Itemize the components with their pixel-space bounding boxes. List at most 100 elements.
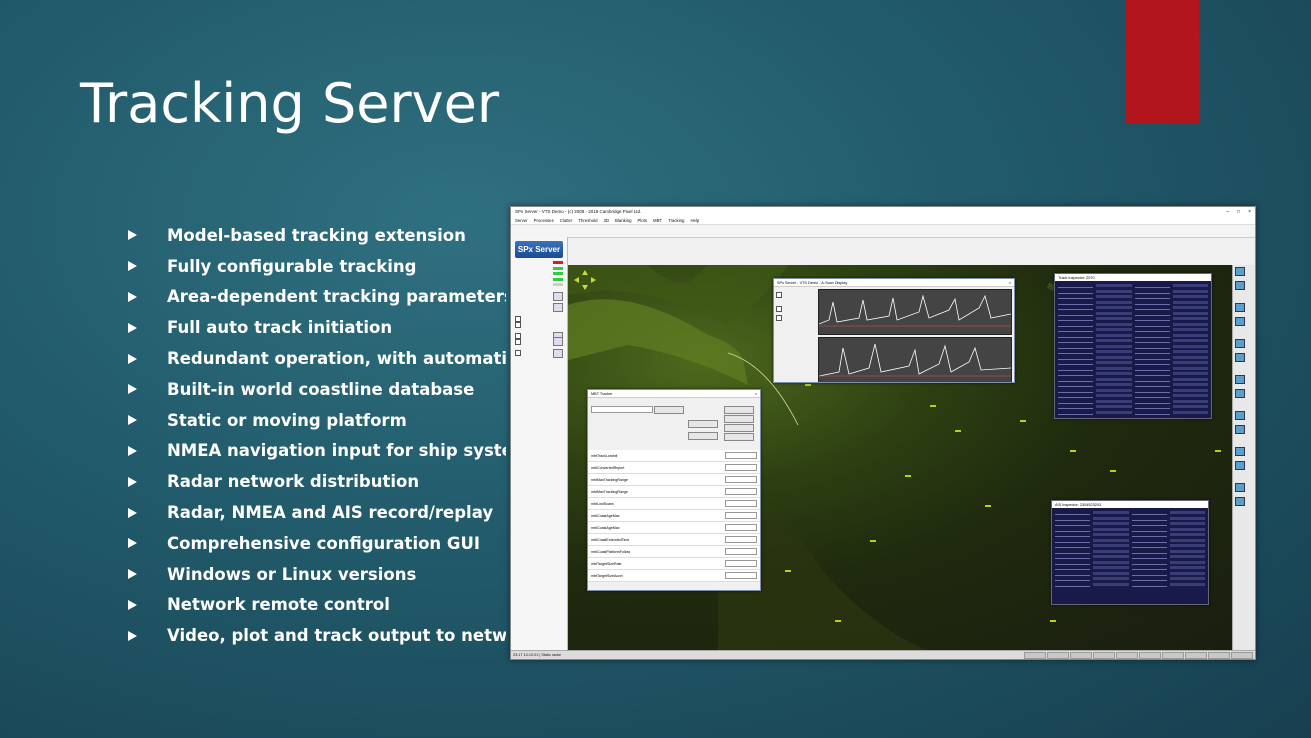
param-input[interactable] bbox=[725, 464, 757, 471]
accent-bar bbox=[1126, 0, 1199, 123]
ascan-plot bbox=[818, 289, 1012, 335]
close-icon[interactable]: × bbox=[1009, 281, 1011, 285]
track-marker[interactable] bbox=[930, 405, 936, 407]
inspector-title: Track Inspector: 2070 bbox=[1058, 275, 1095, 280]
track-marker[interactable] bbox=[1050, 620, 1056, 622]
param-input[interactable] bbox=[725, 572, 757, 579]
execute-button[interactable] bbox=[654, 406, 684, 414]
menu-threshold[interactable]: Threshold bbox=[578, 218, 597, 223]
settings-button[interactable] bbox=[553, 291, 563, 301]
track-marker[interactable] bbox=[1020, 420, 1026, 422]
track-marker[interactable] bbox=[835, 620, 841, 622]
bullet-icon bbox=[128, 599, 137, 610]
menu-clutter[interactable]: Clutter bbox=[560, 218, 573, 223]
status-led bbox=[553, 261, 563, 265]
list-item: Full auto track initiation bbox=[128, 312, 506, 343]
tool-icon[interactable] bbox=[1235, 375, 1245, 384]
track-marker[interactable] bbox=[985, 505, 991, 507]
clear-tracks-button[interactable] bbox=[724, 406, 754, 414]
menu-3d[interactable]: 3D bbox=[603, 218, 609, 223]
tool-icon[interactable] bbox=[1235, 353, 1245, 362]
list-item: Static or moving platform bbox=[128, 405, 506, 436]
close-icon[interactable]: × bbox=[755, 392, 757, 396]
bullet-icon bbox=[128, 415, 137, 426]
param-row: mbtTargetSizeRate bbox=[588, 558, 760, 570]
param-input[interactable] bbox=[725, 452, 757, 459]
param-input[interactable] bbox=[725, 560, 757, 567]
status-cell bbox=[1208, 651, 1230, 659]
checkbox[interactable] bbox=[515, 350, 521, 357]
status-cell bbox=[1139, 651, 1161, 659]
menu-plots[interactable]: Plots bbox=[637, 218, 647, 223]
param-input[interactable] bbox=[725, 548, 757, 555]
settings-button[interactable] bbox=[553, 303, 563, 313]
tool-palette bbox=[1232, 265, 1255, 651]
param-input[interactable] bbox=[725, 488, 757, 495]
tool-icon[interactable] bbox=[1235, 303, 1245, 312]
menu-server[interactable]: Server bbox=[515, 218, 528, 223]
menu-processes[interactable]: Processes bbox=[534, 218, 554, 223]
tool-icon[interactable] bbox=[1235, 339, 1245, 348]
checkbox[interactable] bbox=[776, 292, 782, 298]
param-input[interactable] bbox=[725, 500, 757, 507]
checkbox[interactable] bbox=[776, 306, 782, 312]
track-marker[interactable] bbox=[1110, 470, 1116, 472]
list-item: Fully configurable tracking bbox=[128, 251, 506, 282]
tool-icon[interactable] bbox=[1235, 317, 1245, 326]
command-input[interactable] bbox=[591, 406, 653, 413]
track-marker[interactable] bbox=[805, 384, 811, 386]
list-item: Video, plot and track output to network bbox=[128, 620, 506, 651]
menu-blanking[interactable]: Blanking bbox=[615, 218, 631, 223]
list-item: NMEA navigation input for ship systems bbox=[128, 436, 506, 467]
checkbox[interactable] bbox=[776, 315, 782, 321]
tool-icon[interactable] bbox=[1235, 461, 1245, 470]
track-marker[interactable] bbox=[905, 475, 911, 477]
tool-icon[interactable] bbox=[1235, 483, 1245, 492]
menu-mbt[interactable]: MBT bbox=[653, 218, 662, 223]
menu-tracking[interactable]: Tracking bbox=[668, 218, 684, 223]
tool-icon[interactable] bbox=[1235, 425, 1245, 434]
param-row: mbtTargetSizeAccel bbox=[588, 570, 760, 582]
maximize-icon[interactable]: □ bbox=[1237, 209, 1240, 215]
ascan-trace bbox=[818, 343, 1012, 377]
settings-button[interactable] bbox=[553, 337, 563, 347]
tool-icon[interactable] bbox=[1235, 411, 1245, 420]
ais-fields bbox=[1052, 508, 1208, 590]
checkbox[interactable] bbox=[515, 338, 521, 345]
tool-icon[interactable] bbox=[1235, 447, 1245, 456]
ais-inspector-window: AIS Inspector: 2304523203 bbox=[1051, 500, 1209, 605]
param-row: mbtCoastPlatformFollow bbox=[588, 546, 760, 558]
track-marker[interactable] bbox=[955, 430, 961, 432]
param-input[interactable] bbox=[725, 512, 757, 519]
statistics-button[interactable] bbox=[724, 415, 754, 423]
param-list: mbtTrackLostInit mbtConvertedReport mbtM… bbox=[588, 450, 760, 582]
render-close-button[interactable] bbox=[724, 433, 754, 441]
config-title: MBT Tracker bbox=[591, 391, 613, 396]
menu-help[interactable]: Help bbox=[690, 218, 699, 223]
close-icon[interactable]: × bbox=[1248, 209, 1251, 215]
status-cell bbox=[1231, 651, 1253, 659]
param-row: mbtTrackLostInit bbox=[588, 450, 760, 462]
settings-button[interactable] bbox=[553, 348, 563, 358]
area-filter-button[interactable] bbox=[724, 424, 754, 432]
tool-icon[interactable] bbox=[1235, 267, 1245, 276]
create-button[interactable] bbox=[688, 420, 718, 428]
bullet-icon bbox=[128, 322, 137, 333]
tool-icon[interactable] bbox=[1235, 389, 1245, 398]
track-marker[interactable] bbox=[1070, 450, 1076, 452]
bullet-icon bbox=[128, 507, 137, 518]
tool-icon[interactable] bbox=[1235, 497, 1245, 506]
param-input[interactable] bbox=[725, 524, 757, 531]
lost-tracks-button[interactable] bbox=[688, 432, 718, 440]
track-marker[interactable] bbox=[785, 570, 791, 572]
list-item: Comprehensive configuration GUI bbox=[128, 528, 506, 559]
param-input[interactable] bbox=[725, 536, 757, 543]
minimize-icon[interactable]: – bbox=[1226, 209, 1229, 215]
checkbox[interactable] bbox=[515, 321, 521, 328]
track-marker[interactable] bbox=[1215, 450, 1221, 452]
status-led bbox=[553, 277, 563, 281]
tool-icon[interactable] bbox=[1235, 281, 1245, 290]
track-marker[interactable] bbox=[870, 540, 876, 542]
param-input[interactable] bbox=[725, 476, 757, 483]
app-statusbar: 23:17 14:12:01 | Static radar bbox=[511, 650, 1255, 659]
